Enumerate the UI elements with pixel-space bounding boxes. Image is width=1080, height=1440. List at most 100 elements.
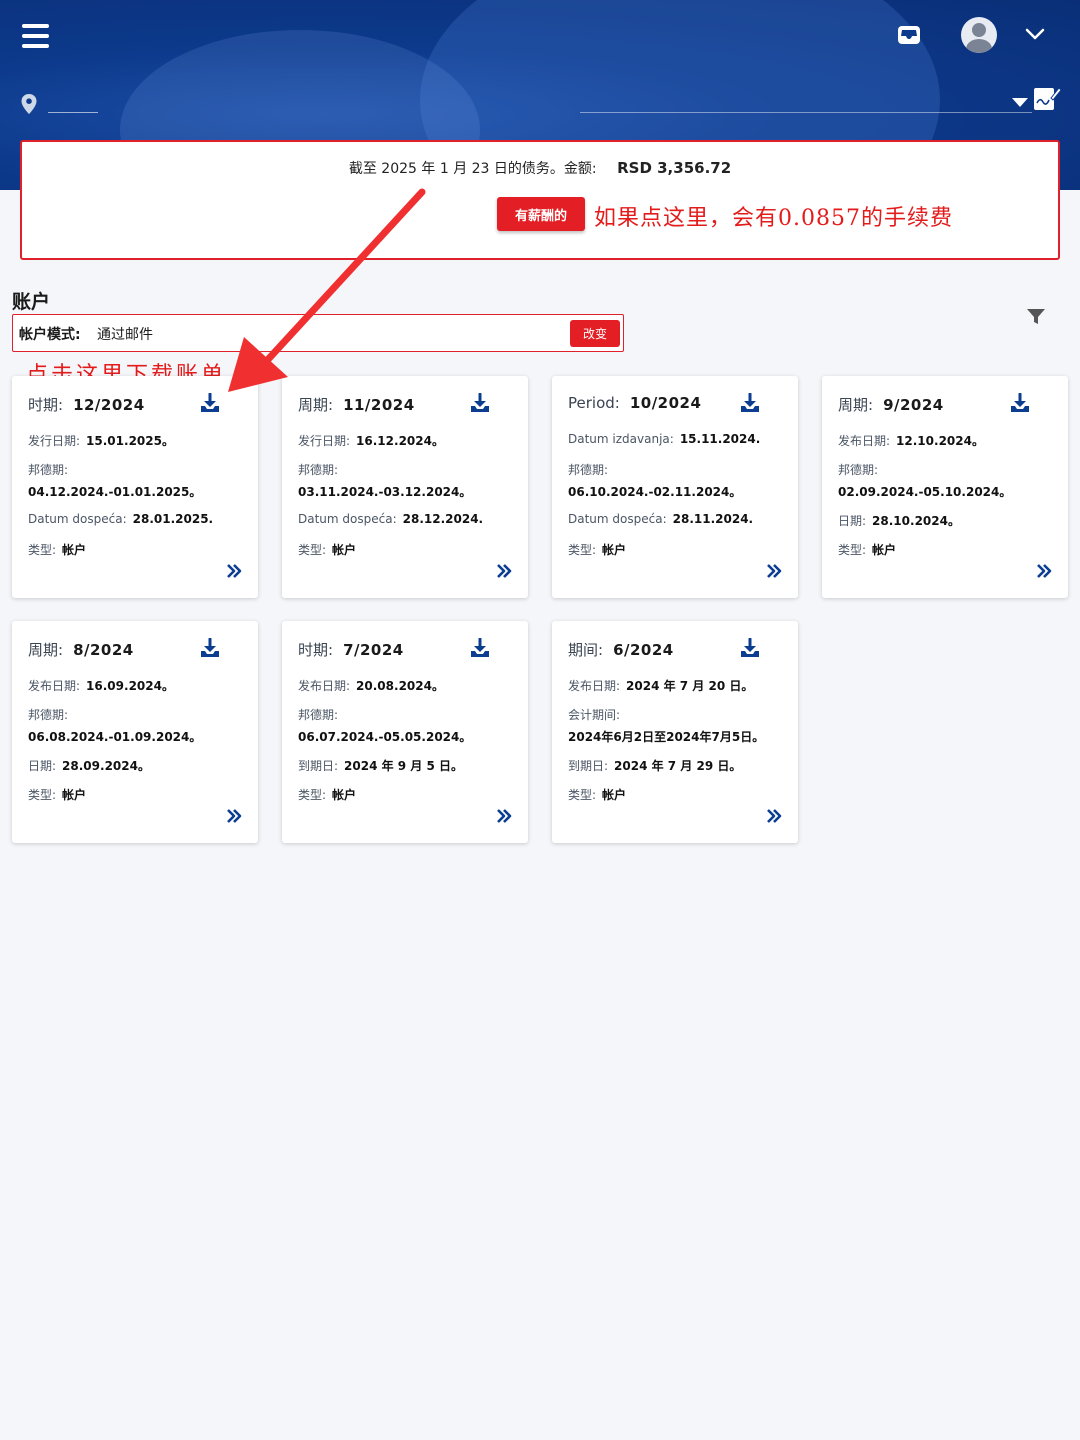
- section-title: 账户: [12, 291, 51, 313]
- due-date-row: Datum dospeća: 28.11.2024.: [568, 512, 753, 526]
- invoice-card[interactable]: 周期: 8/2024 发布日期: 16.09.2024。 邦德期: 06.08.2024.…: [12, 621, 258, 843]
- type-label: 类型:: [838, 543, 867, 557]
- issue-date-label: 发布日期:: [298, 679, 351, 693]
- download-icon[interactable]: [740, 392, 760, 413]
- download-icon[interactable]: [200, 637, 220, 658]
- debt-summary-panel: 截至 2025 年 1 月 23 日的债务。金额: RSD 3,356.72 有…: [20, 140, 1060, 260]
- billing-period-value: 06.08.2024.-01.09.2024。: [28, 730, 202, 744]
- download-icon[interactable]: [740, 637, 760, 658]
- type-label: 类型:: [298, 543, 327, 557]
- invoice-card[interactable]: Period: 10/2024 Datum izdavanja: 15.11.2024…: [552, 376, 798, 598]
- inbox-icon[interactable]: [896, 22, 922, 48]
- billing-period-value: 2024年6月2日至2024年7月5日。: [568, 730, 765, 744]
- due-date-value: 28.09.2024。: [62, 759, 150, 773]
- due-date-value: 28.01.2025.: [132, 512, 214, 526]
- change-mode-button[interactable]: 改变: [570, 320, 620, 347]
- download-icon[interactable]: [1010, 392, 1030, 413]
- type-value: 帐户: [332, 788, 357, 802]
- issue-date-value: 2024 年 7 月 20 日。: [626, 679, 754, 693]
- issue-date-row: 发行日期: 15.01.2025。: [28, 432, 174, 449]
- issue-date-row: Datum izdavanja: 15.11.2024.: [568, 432, 760, 446]
- issue-date-row: 发行日期: 16.12.2024。: [298, 432, 444, 449]
- due-date-row: 到期日: 2024 年 9 月 5 日。: [298, 757, 463, 774]
- due-date-label: Datum dospeća:: [298, 512, 397, 526]
- double-chevron-right-icon[interactable]: [225, 807, 243, 825]
- card-period: 期间: 6/2024: [568, 639, 674, 660]
- invoice-card[interactable]: 周期: 9/2024 发布日期: 12.10.2024。 邦德期: 02.09.2024.…: [822, 376, 1068, 598]
- double-chevron-right-icon[interactable]: [495, 807, 513, 825]
- type-value: 帐户: [62, 543, 87, 557]
- period-label: 周期:: [838, 396, 874, 414]
- type-row: 类型: 帐户: [298, 786, 356, 803]
- card-period: Period: 10/2024: [568, 394, 701, 412]
- billing-period-value: 04.12.2024.-01.01.2025。: [28, 485, 202, 499]
- type-label: 类型:: [28, 543, 57, 557]
- issue-date-value: 15.11.2024.: [679, 432, 761, 446]
- debt-text: 截至 2025 年 1 月 23 日的债务。金额:: [348, 161, 597, 177]
- invoice-card[interactable]: 期间: 6/2024 发布日期: 2024 年 7 月 20 日。 会计期间: 2024年…: [552, 621, 798, 843]
- pay-button[interactable]: 有薪酬的: [497, 197, 585, 231]
- due-date-row: 日期: 28.09.2024。: [28, 757, 150, 774]
- type-label: 类型:: [568, 543, 597, 557]
- billing-period-label: 邦德期:: [298, 463, 339, 477]
- issue-date-label: 发行日期:: [28, 434, 81, 448]
- type-row: 类型: 帐户: [28, 541, 86, 558]
- double-chevron-right-icon[interactable]: [495, 562, 513, 580]
- billing-period-label: 邦德期:: [298, 708, 339, 722]
- download-icon[interactable]: [200, 392, 220, 413]
- invoice-card[interactable]: 周期: 11/2024 发行日期: 16.12.2024。 邦德期: 03.11.2024…: [282, 376, 528, 598]
- download-icon[interactable]: [470, 637, 490, 658]
- issue-date-row: 发布日期: 2024 年 7 月 20 日。: [568, 677, 753, 694]
- due-date-row: Datum dospeća: 28.01.2025.: [28, 512, 213, 526]
- double-chevron-right-icon[interactable]: [765, 807, 783, 825]
- card-period: 时期: 12/2024: [28, 394, 145, 415]
- debt-summary-line: 截至 2025 年 1 月 23 日的债务。金额: RSD 3,356.72: [22, 158, 1058, 178]
- issue-date-value: 16.12.2024。: [356, 434, 444, 448]
- document-sign-icon[interactable]: [1032, 84, 1062, 112]
- invoice-card[interactable]: 时期: 12/2024 发行日期: 15.01.2025。 邦德期: 04.12.2024…: [12, 376, 258, 598]
- double-chevron-right-icon[interactable]: [1035, 562, 1053, 580]
- due-date-row: Datum dospeća: 28.12.2024.: [298, 512, 483, 526]
- issue-date-row: 发布日期: 20.08.2024。: [298, 677, 444, 694]
- location-select[interactable]: [580, 112, 1032, 113]
- card-period: 时期: 7/2024: [298, 639, 404, 660]
- type-row: 类型: 帐户: [568, 541, 626, 558]
- due-date-label: 日期:: [28, 759, 57, 773]
- due-date-row: 日期: 28.10.2024。: [838, 512, 960, 529]
- billing-period-label: 邦德期:: [28, 463, 69, 477]
- hamburger-menu-icon[interactable]: [22, 24, 49, 48]
- double-chevron-right-icon[interactable]: [765, 562, 783, 580]
- type-row: 类型: 帐户: [298, 541, 356, 558]
- due-date-value: 2024 年 9 月 5 日。: [344, 759, 464, 773]
- type-value: 帐户: [602, 788, 627, 802]
- issue-date-row: 发布日期: 16.09.2024。: [28, 677, 174, 694]
- user-avatar-icon[interactable]: [961, 17, 997, 53]
- billing-period-label: 邦德期:: [568, 463, 609, 477]
- debt-amount: RSD 3,356.72: [617, 159, 732, 177]
- issue-date-value: 16.09.2024。: [86, 679, 174, 693]
- issue-date-label: 发布日期:: [838, 434, 891, 448]
- due-date-label: 日期:: [838, 514, 867, 528]
- double-chevron-right-icon[interactable]: [225, 562, 243, 580]
- period-value: 11/2024: [343, 396, 415, 414]
- issue-date-label: 发布日期:: [568, 679, 621, 693]
- filter-icon[interactable]: [1026, 308, 1046, 326]
- issue-date-row: 发布日期: 12.10.2024。: [838, 432, 984, 449]
- period-value: 7/2024: [343, 641, 404, 659]
- period-value: 8/2024: [73, 641, 134, 659]
- account-mode-label: 帐户模式:: [19, 327, 81, 343]
- period-value: 10/2024: [629, 394, 702, 412]
- invoice-card[interactable]: 时期: 7/2024 发布日期: 20.08.2024。 邦德期: 06.07.2024.…: [282, 621, 528, 843]
- account-mode-bar: 帐户模式: 通过邮件 改变: [12, 314, 624, 352]
- period-value: 6/2024: [613, 641, 674, 659]
- dropdown-caret-icon[interactable]: [1012, 98, 1028, 107]
- location-field[interactable]: [48, 112, 98, 113]
- type-row: 类型: 帐户: [28, 786, 86, 803]
- issue-date-value: 20.08.2024。: [356, 679, 444, 693]
- due-date-label: Datum dospeća:: [28, 512, 127, 526]
- chevron-down-icon[interactable]: [1024, 24, 1046, 44]
- due-date-value: 2024 年 7 月 29 日。: [614, 759, 742, 773]
- type-value: 帐户: [602, 543, 627, 557]
- period-label: 时期:: [28, 396, 64, 414]
- download-icon[interactable]: [470, 392, 490, 413]
